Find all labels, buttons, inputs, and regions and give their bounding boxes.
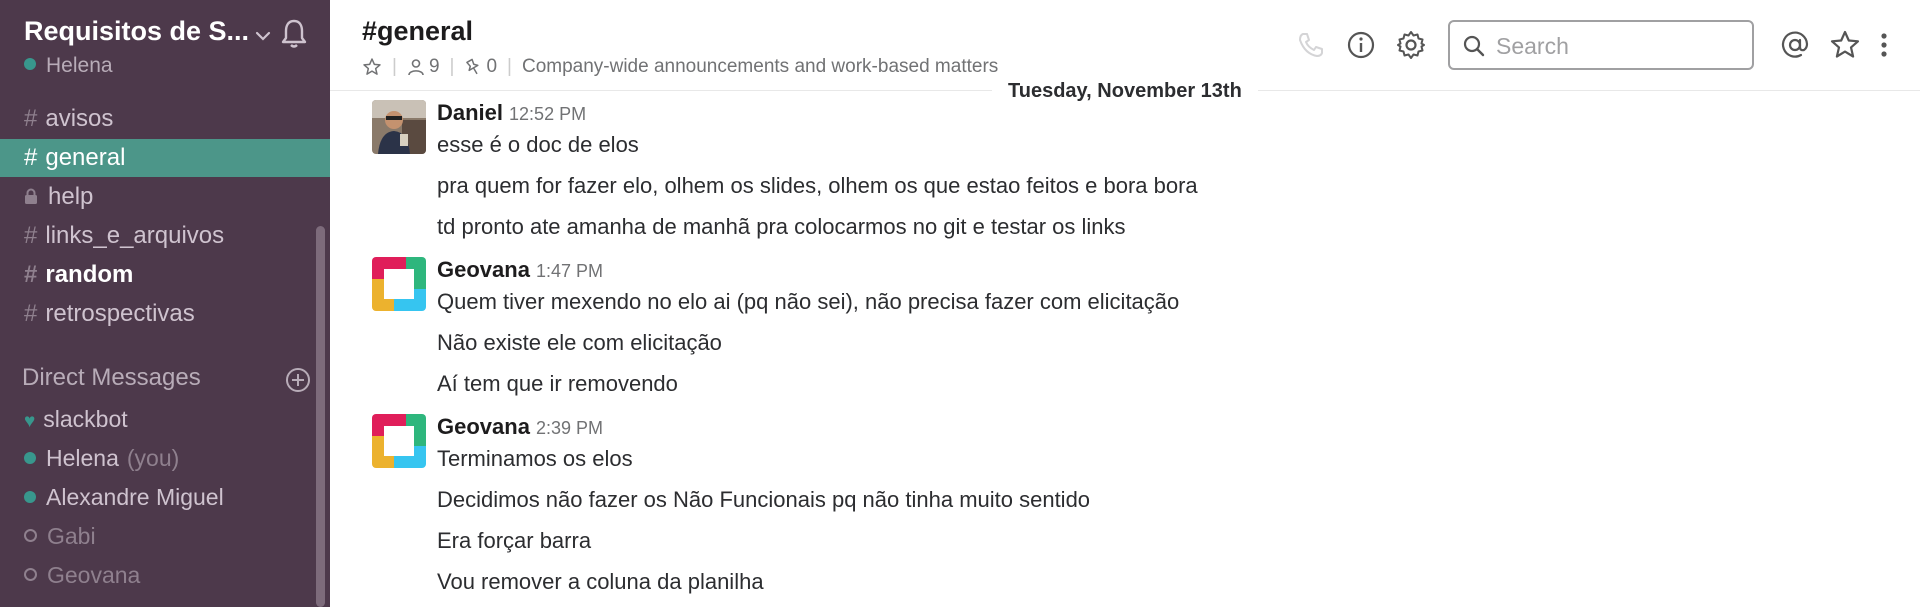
avatar-photo bbox=[372, 100, 426, 154]
message-text: Não existe ele com elicitação bbox=[437, 330, 722, 355]
channel-label: retrospectivas bbox=[45, 300, 195, 327]
dm-geovana[interactable]: Geovana bbox=[0, 556, 330, 594]
hash-icon: # bbox=[24, 144, 38, 171]
channel-general[interactable]: # general bbox=[0, 139, 330, 177]
hash-icon: # bbox=[24, 222, 38, 249]
channel-topic[interactable]: Company-wide announcements and work-base… bbox=[522, 56, 998, 78]
slack-logo-avatar bbox=[372, 257, 426, 311]
add-circle-icon[interactable] bbox=[284, 366, 312, 394]
message-author[interactable]: Geovana 2:39 PM bbox=[437, 414, 603, 440]
dm-gabi[interactable]: Gabi bbox=[0, 517, 330, 555]
dm-label: slackbot bbox=[43, 406, 128, 432]
message-text: esse é o doc de elos bbox=[437, 132, 639, 157]
pin-count[interactable]: 0 bbox=[486, 56, 497, 78]
workspace-header[interactable]: Requisitos de S... Helena bbox=[24, 14, 314, 77]
channel-random[interactable]: # random bbox=[0, 256, 330, 294]
day-divider-label: Tuesday, November 13th bbox=[992, 76, 1258, 107]
message-timestamp[interactable]: 12:52 PM bbox=[509, 104, 586, 124]
message-text: Terminamos os elos bbox=[437, 446, 633, 471]
online-presence-icon bbox=[24, 490, 36, 503]
channel-label: avisos bbox=[45, 105, 114, 132]
message-text: Decidimos não fazer os Não Funcionais pq… bbox=[437, 487, 1091, 512]
hash-icon: # bbox=[24, 105, 38, 132]
dm-label: Alexandre Miguel bbox=[46, 484, 224, 510]
sidebar-scrollbar[interactable] bbox=[316, 226, 325, 607]
dm-slackbot[interactable]: ♥ slackbot bbox=[0, 400, 330, 438]
more-vertical-icon[interactable] bbox=[1874, 28, 1894, 62]
gear-icon[interactable] bbox=[1394, 28, 1428, 62]
message-author[interactable]: Geovana 1:47 PM bbox=[437, 257, 603, 283]
channel-label: links_e_arquivos bbox=[45, 222, 225, 249]
divider: | bbox=[507, 56, 512, 77]
message-text: Vou remover a coluna da planilha bbox=[437, 569, 764, 594]
sidebar: Requisitos de S... Helena # avisos # gener… bbox=[0, 0, 330, 607]
online-presence-icon bbox=[24, 451, 36, 464]
channel-help[interactable]: help bbox=[0, 178, 330, 216]
message-text: td pronto ate amanha de manhã pra coloca… bbox=[437, 214, 1126, 239]
channel-label: random bbox=[45, 261, 134, 288]
channel-view: #general | 9 | 0 | Company-wide announce… bbox=[330, 0, 1920, 607]
phone-icon[interactable] bbox=[1294, 28, 1328, 62]
member-count[interactable]: 9 bbox=[429, 56, 440, 78]
direct-messages-header[interactable]: Direct Messages bbox=[22, 364, 201, 392]
divider: | bbox=[392, 56, 397, 77]
lock-icon bbox=[25, 188, 37, 204]
current-user-status[interactable]: Helena bbox=[24, 54, 113, 78]
channel-meta: | 9 | 0 | Company-wide announcements and… bbox=[362, 56, 998, 78]
chevron-down-icon[interactable] bbox=[250, 24, 276, 48]
search-input[interactable] bbox=[1494, 30, 1738, 62]
current-user-name: Helena bbox=[46, 54, 113, 77]
bell-icon[interactable] bbox=[276, 16, 312, 52]
info-icon[interactable] bbox=[1344, 28, 1378, 62]
message-text: Era forçar barra bbox=[437, 528, 592, 553]
message-timestamp[interactable]: 1:47 PM bbox=[536, 261, 603, 281]
dm-alexandre-miguel[interactable]: Alexandre Miguel bbox=[0, 478, 330, 516]
message-author[interactable]: Daniel 12:52 PM bbox=[437, 100, 586, 126]
message-text: pra quem for fazer elo, olhem os slides,… bbox=[437, 173, 1198, 198]
search-icon bbox=[1463, 35, 1485, 57]
slack-logo-avatar bbox=[372, 414, 426, 468]
avatar[interactable] bbox=[372, 100, 426, 154]
author-name[interactable]: Daniel bbox=[437, 100, 503, 125]
dm-label: Gabi bbox=[47, 523, 96, 549]
star-icon[interactable] bbox=[1828, 28, 1862, 62]
divider: | bbox=[449, 56, 455, 77]
hash-icon: # bbox=[24, 300, 38, 327]
channel-retrospectivas[interactable]: # retrospectivas bbox=[0, 295, 330, 333]
channel-avisos[interactable]: # avisos bbox=[0, 100, 330, 138]
channel-label: help bbox=[48, 183, 94, 210]
channel-links-e-arquivos[interactable]: # links_e_arquivos bbox=[0, 217, 330, 255]
search-box[interactable] bbox=[1448, 20, 1754, 70]
member-icon[interactable] bbox=[407, 58, 425, 76]
dm-helena[interactable]: Helena (you) bbox=[0, 439, 330, 477]
author-name[interactable]: Geovana bbox=[437, 414, 530, 439]
dm-label: Geovana bbox=[47, 562, 141, 588]
online-presence-icon bbox=[24, 58, 36, 71]
message-text: Quem tiver mexendo no elo ai (pq não sei… bbox=[437, 289, 1180, 314]
channel-title[interactable]: #general bbox=[362, 16, 473, 47]
mentions-icon[interactable] bbox=[1778, 28, 1812, 62]
away-presence-icon bbox=[24, 568, 37, 582]
star-outline-icon[interactable] bbox=[362, 57, 382, 77]
channel-label: general bbox=[45, 144, 126, 171]
avatar[interactable] bbox=[372, 257, 426, 311]
you-suffix: (you) bbox=[126, 445, 180, 471]
pin-icon[interactable] bbox=[464, 58, 482, 76]
dm-label: Helena bbox=[46, 445, 119, 471]
author-name[interactable]: Geovana bbox=[437, 257, 530, 282]
hash-icon: # bbox=[24, 261, 38, 288]
heart-icon: ♥ bbox=[24, 411, 36, 432]
avatar[interactable] bbox=[372, 414, 426, 468]
message-text: Aí tem que ir removendo bbox=[437, 371, 678, 396]
message-timestamp[interactable]: 2:39 PM bbox=[536, 418, 603, 438]
workspace-name[interactable]: Requisitos de S... bbox=[24, 16, 249, 47]
away-presence-icon bbox=[24, 529, 37, 543]
